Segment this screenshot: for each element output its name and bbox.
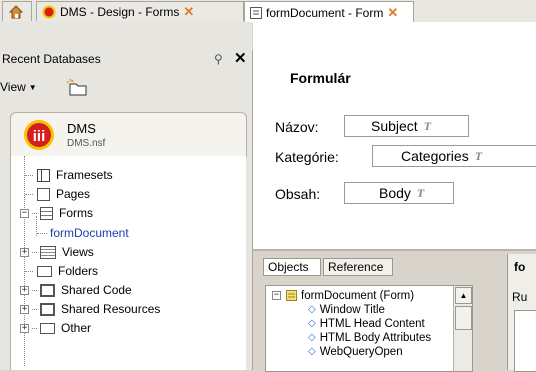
close-panel-icon[interactable]: ✕ (234, 49, 247, 67)
tab-reference[interactable]: Reference (323, 258, 393, 276)
tree-item-views[interactable]: + Views (20, 243, 94, 261)
tree-item-shared-resources[interactable]: + Shared Resources (20, 300, 160, 318)
object-label: HTML Head Content (319, 317, 425, 330)
tree-label: Shared Resources (61, 302, 161, 316)
new-folder-icon[interactable] (65, 78, 89, 96)
programmer-pane: fo Ru (507, 254, 536, 372)
field-value: Subject (371, 118, 418, 134)
field-value: Categories (401, 148, 469, 164)
dms-logo-icon (42, 5, 56, 18)
tree-label: Views (62, 245, 94, 259)
tab-dms-design-forms[interactable]: DMS - Design - Forms ✕ (36, 1, 244, 21)
database-card[interactable]: iii DMS DMS.nsf (10, 112, 247, 157)
form-design-canvas[interactable]: Formulár Názov: Subject T Kategórie: Cat… (253, 22, 536, 250)
object-label: formDocument (Form) (301, 289, 415, 302)
folder-icon (37, 265, 52, 277)
rich-text-field-type-icon: T (416, 185, 425, 200)
tree-item-shared-code[interactable]: + Shared Code (20, 281, 132, 299)
svg-text:iii: iii (33, 128, 46, 145)
tree-label: Folders (58, 264, 99, 278)
form-heading: Formulár (290, 70, 351, 86)
tree-label: Other (61, 321, 92, 335)
text-field-type-icon: T (474, 148, 483, 163)
shared-code-icon (40, 283, 55, 297)
form-icon (286, 290, 297, 301)
event-diamond-icon: ◇ (308, 318, 316, 329)
event-diamond-icon: ◇ (308, 332, 316, 343)
field-body[interactable]: Body T (344, 182, 454, 204)
expand-icon[interactable]: + (20, 247, 29, 257)
chevron-down-icon: ▼ (28, 82, 37, 92)
tab-formdocument-form[interactable]: formDocument - Form ✕ (244, 1, 414, 23)
objects-scrollbar[interactable]: ▲ (453, 286, 472, 371)
object-label: WebQueryOpen (319, 345, 403, 358)
event-diamond-icon: ◇ (308, 304, 316, 315)
field-subject[interactable]: Subject T (344, 115, 469, 137)
tab-label: formDocument - Form (266, 5, 384, 20)
tree-label: Shared Code (61, 283, 132, 297)
panel-title: Recent Databases (2, 52, 101, 66)
close-icon[interactable]: ✕ (387, 5, 398, 21)
database-file: DMS.nsf (67, 138, 106, 149)
other-icon (40, 322, 55, 334)
field-categories[interactable]: Categories T (372, 145, 536, 167)
tab-label: DMS - Design - Forms (60, 4, 180, 19)
tree-item-formdocument[interactable]: formDocument (37, 224, 129, 242)
tab-bar: DMS - Design - Forms ✕ formDocument - Fo… (0, 0, 536, 23)
splitter[interactable] (253, 249, 536, 251)
tree-item-framesets[interactable]: Framesets (25, 166, 113, 184)
run-label: Ru (512, 290, 528, 304)
tab-label: Objects (268, 260, 309, 274)
design-tree: Framesets Pages − Forms formDocument + V… (10, 156, 246, 370)
object-label: Window Title (319, 303, 385, 316)
page-icon (37, 187, 50, 201)
tree-item-forms[interactable]: − Forms (20, 204, 93, 222)
pin-icon[interactable]: ⚲ (214, 52, 223, 66)
field-value: Body (379, 185, 411, 201)
frameset-icon (37, 168, 50, 182)
objects-root[interactable]: − formDocument (Form) (272, 289, 414, 302)
object-label: HTML Body Attributes (319, 331, 432, 344)
field-label-obsah: Obsah: (275, 186, 321, 202)
collapse-icon[interactable]: − (20, 208, 29, 218)
field-label-kategorie: Kategórie: (275, 149, 339, 165)
tree-label: Framesets (56, 168, 113, 182)
field-label-nazov: Názov: (275, 119, 319, 135)
tree-label: Pages (56, 187, 91, 201)
tree-label: formDocument (50, 226, 129, 240)
programmer-pane-title: fo (514, 260, 526, 274)
tree-item-other[interactable]: + Other (20, 319, 91, 337)
view-menu[interactable]: View ▼ (0, 80, 37, 94)
views-icon (40, 245, 56, 259)
tree-item-folders[interactable]: Folders (25, 262, 98, 280)
tree-item-pages[interactable]: Pages (25, 185, 90, 203)
form-icon (250, 6, 262, 19)
tree-label: Forms (59, 206, 93, 220)
home-icon (8, 4, 24, 18)
objects-tree: − formDocument (Form) ◇ Window Title ◇ H… (265, 285, 473, 372)
object-html-body-attributes[interactable]: ◇ HTML Body Attributes (308, 331, 431, 344)
dms-logo-icon: iii (24, 120, 54, 150)
collapse-icon[interactable]: − (272, 291, 281, 300)
expand-icon[interactable]: + (20, 323, 29, 333)
object-window-title[interactable]: ◇ Window Title (308, 303, 385, 316)
object-webqueryopen[interactable]: ◇ WebQueryOpen (308, 345, 403, 358)
event-diamond-icon: ◇ (308, 346, 316, 357)
scrollbar-thumb[interactable] (455, 306, 472, 330)
text-field-type-icon: T (423, 118, 432, 133)
expand-icon[interactable]: + (20, 285, 29, 295)
close-icon[interactable]: ✕ (183, 4, 194, 20)
view-menu-label: View (0, 80, 26, 94)
expand-icon[interactable]: + (20, 304, 29, 314)
database-name: DMS (67, 121, 96, 136)
shared-resources-icon (40, 302, 55, 316)
scroll-up-icon[interactable]: ▲ (455, 287, 472, 304)
forms-icon (40, 206, 53, 220)
tab-home[interactable] (2, 1, 32, 21)
tab-objects[interactable]: Objects (263, 258, 321, 276)
object-html-head-content[interactable]: ◇ HTML Head Content (308, 317, 425, 330)
tab-label: Reference (328, 260, 384, 274)
code-editor[interactable] (514, 310, 536, 372)
